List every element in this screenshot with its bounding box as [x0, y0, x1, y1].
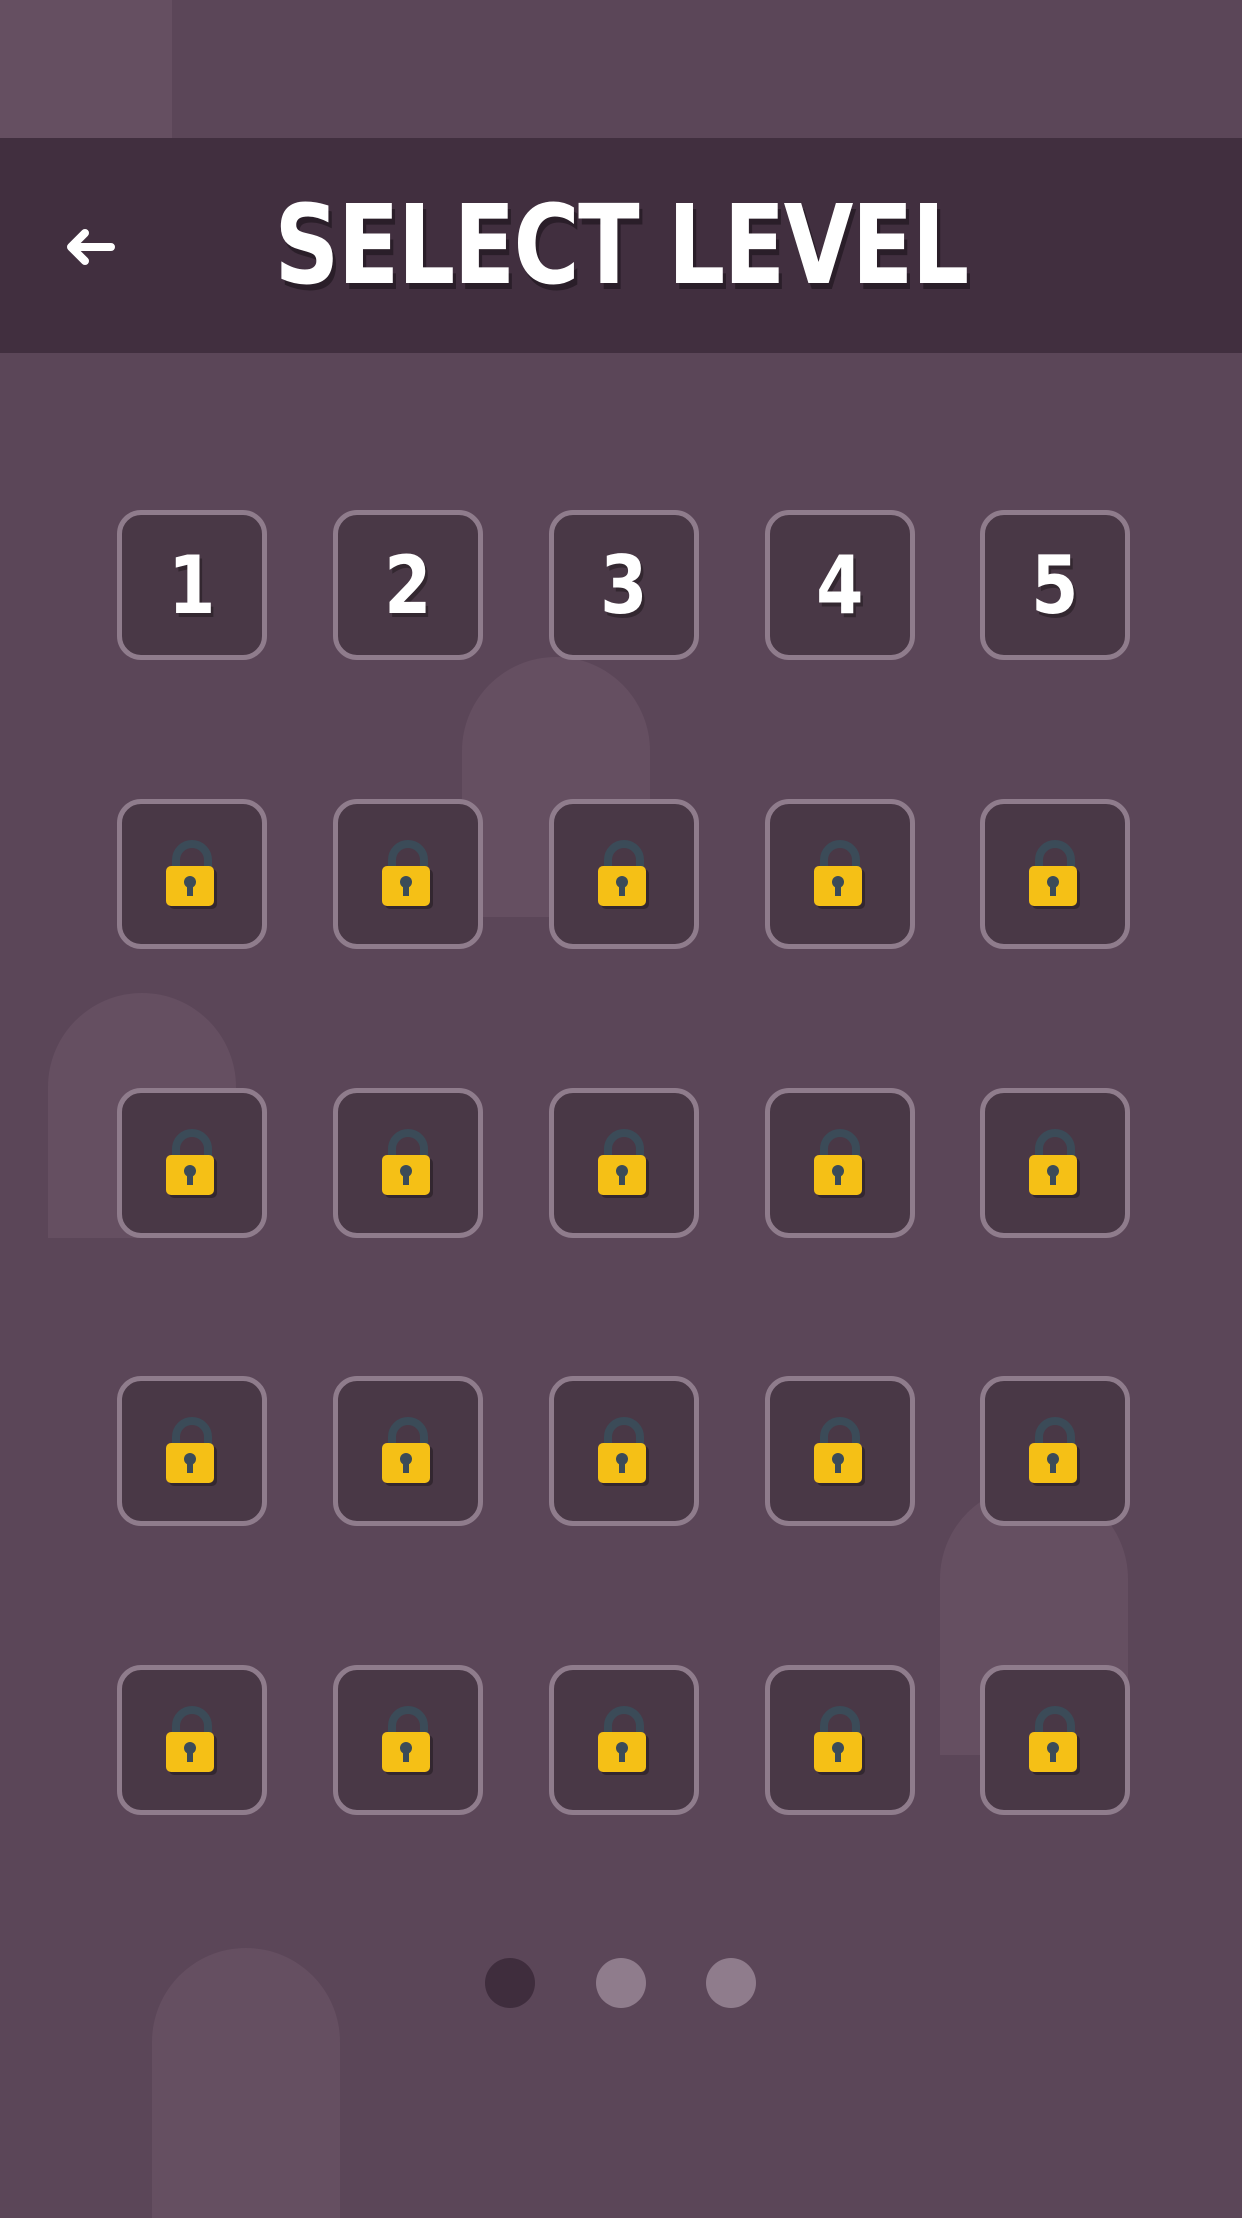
- level-tile-2[interactable]: 2: [333, 510, 483, 660]
- level-tile-locked[interactable]: [549, 1665, 699, 1815]
- padlock-icon: [382, 1706, 433, 1775]
- level-number: 3: [600, 538, 648, 632]
- level-tile-locked[interactable]: [765, 1376, 915, 1526]
- level-tile-locked[interactable]: [333, 799, 483, 949]
- level-tile-locked[interactable]: [117, 1376, 267, 1526]
- level-tile-locked[interactable]: [980, 1376, 1130, 1526]
- padlock-icon: [166, 1706, 217, 1775]
- padlock-icon: [166, 1417, 217, 1486]
- level-tile-1[interactable]: 1: [117, 510, 267, 660]
- padlock-icon: [598, 1129, 649, 1198]
- level-tile-locked[interactable]: [333, 1376, 483, 1526]
- padlock-icon: [598, 840, 649, 909]
- level-number: 4: [816, 538, 864, 632]
- padlock-icon: [382, 1417, 433, 1486]
- level-tile-locked[interactable]: [333, 1088, 483, 1238]
- level-tile-locked[interactable]: [549, 1088, 699, 1238]
- padlock-icon: [1029, 1129, 1080, 1198]
- padlock-icon: [1029, 1417, 1080, 1486]
- level-tile-4[interactable]: 4: [765, 510, 915, 660]
- padlock-icon: [814, 840, 865, 909]
- level-tile-5[interactable]: 5: [980, 510, 1130, 660]
- page-dot-1[interactable]: [485, 1958, 535, 2008]
- level-tile-locked[interactable]: [765, 799, 915, 949]
- padlock-icon: [814, 1706, 865, 1775]
- level-number: 1: [168, 538, 216, 632]
- padlock-icon: [814, 1417, 865, 1486]
- padlock-icon: [598, 1417, 649, 1486]
- level-tile-locked[interactable]: [549, 1376, 699, 1526]
- level-tile-locked[interactable]: [765, 1088, 915, 1238]
- padlock-icon: [382, 840, 433, 909]
- level-tile-locked[interactable]: [333, 1665, 483, 1815]
- padlock-icon: [382, 1129, 433, 1198]
- level-grid: 1 2 3 4 5: [0, 0, 1242, 2208]
- level-number: 2: [384, 538, 432, 632]
- level-tile-locked[interactable]: [117, 1665, 267, 1815]
- level-tile-locked[interactable]: [980, 1665, 1130, 1815]
- level-tile-locked[interactable]: [980, 799, 1130, 949]
- padlock-icon: [1029, 840, 1080, 909]
- padlock-icon: [1029, 1706, 1080, 1775]
- level-number: 5: [1031, 538, 1079, 632]
- level-tile-locked[interactable]: [117, 799, 267, 949]
- page-dot-2[interactable]: [596, 1958, 646, 2008]
- level-tile-locked[interactable]: [117, 1088, 267, 1238]
- level-tile-locked[interactable]: [980, 1088, 1130, 1238]
- level-tile-locked[interactable]: [549, 799, 699, 949]
- padlock-icon: [166, 1129, 217, 1198]
- padlock-icon: [598, 1706, 649, 1775]
- page-dot-3[interactable]: [706, 1958, 756, 2008]
- padlock-icon: [166, 840, 217, 909]
- level-tile-locked[interactable]: [765, 1665, 915, 1815]
- padlock-icon: [814, 1129, 865, 1198]
- level-tile-3[interactable]: 3: [549, 510, 699, 660]
